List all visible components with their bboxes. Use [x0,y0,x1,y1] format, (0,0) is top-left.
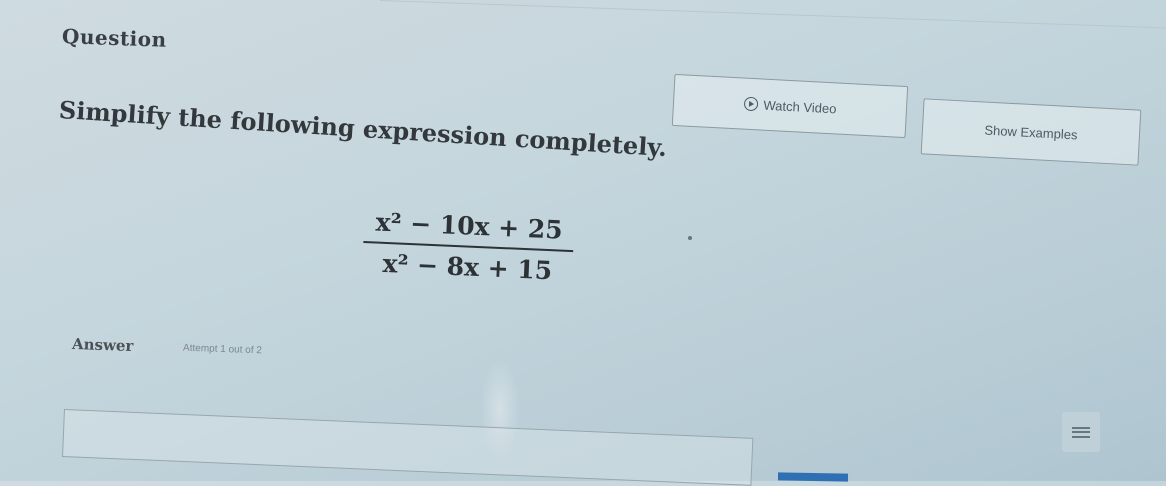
play-circle-icon [743,96,758,112]
math-expression: x² − 10x + 25 x² − 8x + 15 [362,205,575,288]
header-divider [379,0,1166,29]
question-prompt: Simplify the following expression comple… [58,95,668,163]
fraction-denominator: x² − 8x + 15 [382,248,553,286]
question-heading: Question [61,24,168,52]
show-examples-label: Show Examples [984,122,1078,142]
fraction-numerator: x² − 10x + 25 [375,207,564,245]
answer-input[interactable] [61,409,754,486]
keyboard-button[interactable] [1062,412,1100,452]
submit-button[interactable] [777,472,849,482]
answer-label: Answer [71,334,134,356]
keyboard-icon [1072,426,1090,438]
attempt-counter: Attempt 1 out of 2 [182,342,263,357]
cursor-dot [688,236,692,240]
show-examples-button[interactable]: Show Examples [920,98,1142,166]
watch-video-label: Watch Video [763,97,837,116]
watch-video-button[interactable]: Watch Video [671,73,909,139]
